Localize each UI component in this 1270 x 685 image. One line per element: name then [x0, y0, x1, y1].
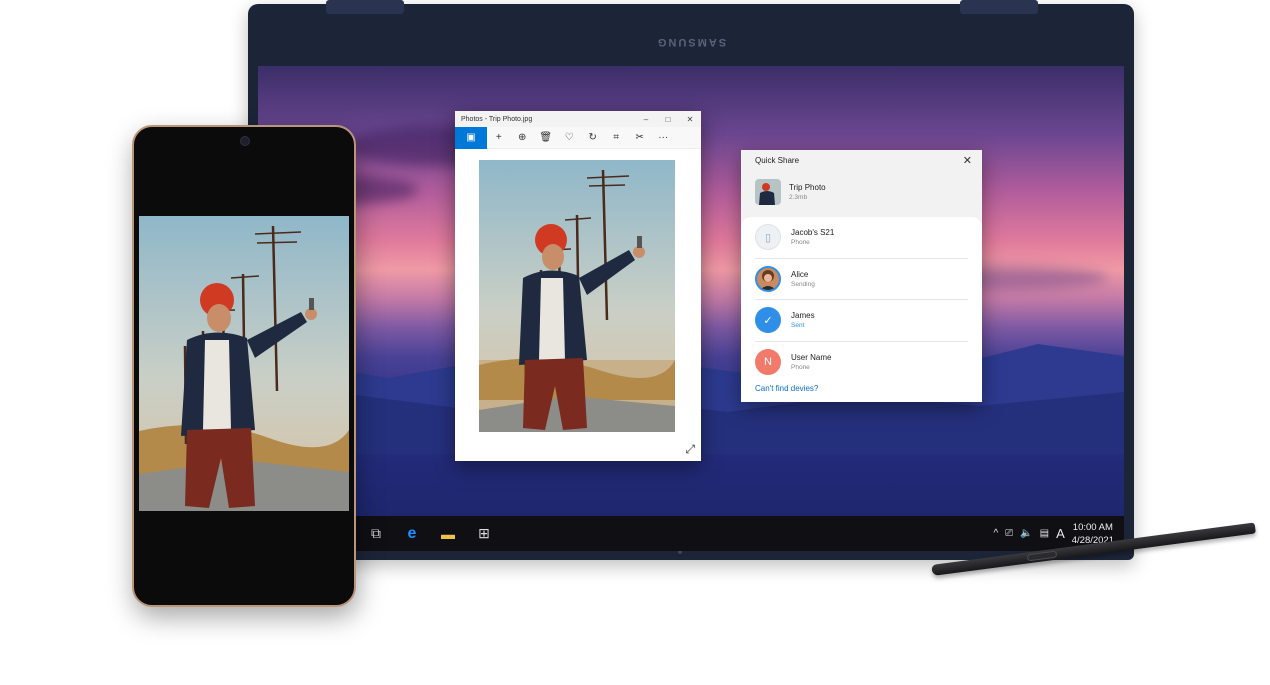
device-item[interactable]: ✓ James Sent — [755, 300, 968, 342]
device-item[interactable]: ▯ Jacob's S21 Phone — [755, 217, 968, 259]
quick-share-header: Quick Share ✕ — [741, 150, 982, 170]
volume-icon[interactable]: 🔈 — [1020, 528, 1032, 539]
trip-photo — [479, 160, 675, 432]
network-icon[interactable]: ⎚ — [1005, 528, 1013, 539]
delete-icon[interactable]: 🗑 — [534, 127, 558, 149]
rotate-icon[interactable]: ↻ — [581, 127, 605, 149]
edit-icon[interactable]: ✂ — [628, 127, 652, 149]
device-status: Phone — [791, 239, 810, 247]
device-status: Phone — [791, 364, 810, 372]
initial-avatar: N — [755, 349, 781, 376]
trip-photo-image — [479, 160, 675, 432]
input-language-icon[interactable]: A — [1056, 526, 1065, 541]
promo-stage: SAMSUNG Photos - Trip Photo.jpg – □ ✕ ▣ … — [0, 0, 1270, 685]
phone-icon: ▯ — [755, 224, 781, 251]
device-name: Alice — [791, 269, 809, 279]
taskbar: ⧉ e ▬ ⊞ ^ ⎚ 🔈 ▤ A 10:00 AM 4/28/2021 — [258, 516, 1124, 551]
heart-icon[interactable]: ♡ — [558, 127, 582, 149]
expand-icon[interactable]: ⤢ — [685, 442, 695, 457]
device-status: Sending — [791, 280, 815, 288]
photos-toolbar: ▣ + ⊕ 🗑 ♡ ↻ ⌗ ✂ ··· — [455, 126, 701, 149]
phone-photo — [139, 216, 349, 511]
crop-icon[interactable]: ⌗ — [605, 127, 629, 149]
store-icon[interactable]: ⊞ — [466, 516, 502, 551]
device-name: User Name — [791, 353, 832, 363]
hinge — [326, 0, 404, 14]
image-icon[interactable]: ▣ — [455, 126, 487, 149]
avatar — [755, 265, 781, 292]
check-icon: ✓ — [755, 307, 781, 334]
notification-icon[interactable]: ▤ — [1040, 528, 1049, 539]
device-list: ▯ Jacob's S21 Phone Alice Sending ✓ Jame… — [741, 217, 982, 402]
close-icon[interactable]: ✕ — [963, 154, 972, 167]
title-bar[interactable]: Photos - Trip Photo.jpg – □ ✕ — [455, 111, 701, 127]
device-status: Sent — [791, 322, 805, 330]
file-explorer-icon[interactable]: ▬ — [430, 516, 466, 551]
file-name: Trip Photo — [789, 183, 826, 192]
more-icon[interactable]: ··· — [652, 127, 676, 149]
maximize-button[interactable]: □ — [657, 115, 679, 124]
phone — [132, 125, 356, 607]
cant-find-devices-link[interactable]: Can't find devies? — [755, 384, 818, 393]
quick-share-panel: Quick Share ✕ Trip Photo 2.3mb ▯ Jacob's… — [741, 150, 982, 402]
clock-time: 10:00 AM — [1072, 521, 1113, 533]
chevron-up-icon[interactable]: ^ — [993, 528, 998, 539]
zoom-icon[interactable]: ⊕ — [511, 127, 535, 149]
minimize-button[interactable]: – — [635, 115, 657, 124]
device-item[interactable]: Alice Sending — [755, 259, 968, 300]
laptop: SAMSUNG Photos - Trip Photo.jpg – □ ✕ ▣ … — [248, 0, 1134, 560]
window-title: Photos - Trip Photo.jpg — [461, 115, 533, 123]
file-thumbnail — [755, 179, 781, 205]
device-name: James — [791, 311, 815, 321]
device-item[interactable]: N User Name Phone — [755, 342, 968, 384]
edge-icon[interactable]: e — [394, 516, 430, 551]
shared-file: Trip Photo 2.3mb — [741, 170, 982, 214]
pen-button — [1026, 550, 1058, 562]
plus-icon[interactable]: + — [487, 127, 511, 149]
brand-logo: SAMSUNG — [655, 36, 727, 48]
desktop-screen: Photos - Trip Photo.jpg – □ ✕ ▣ + ⊕ 🗑 ♡ … — [258, 66, 1124, 551]
device-name: Jacob's S21 — [791, 228, 835, 238]
trip-photo-image — [139, 216, 349, 511]
hinge — [960, 0, 1038, 14]
file-size: 2.3mb — [789, 194, 808, 201]
quick-share-title: Quick Share — [755, 155, 800, 165]
photos-window[interactable]: Photos - Trip Photo.jpg – □ ✕ ▣ + ⊕ 🗑 ♡ … — [455, 111, 701, 461]
close-button[interactable]: ✕ — [679, 115, 701, 124]
front-camera — [240, 136, 250, 146]
task-view-icon[interactable]: ⧉ — [358, 516, 394, 551]
